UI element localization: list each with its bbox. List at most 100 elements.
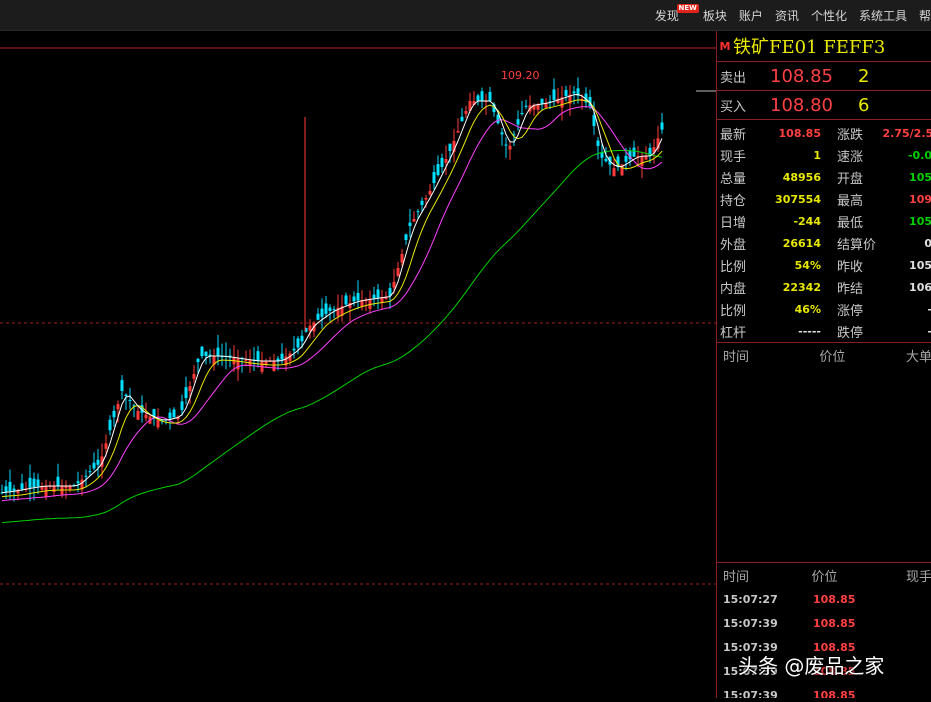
candle-body [572,91,576,94]
stat-label: 外盘 [720,237,747,253]
stat-row: 比例 46% 涨停 - [717,298,931,320]
stat-label: 总量 [720,171,747,187]
menu-item-discover[interactable]: 发现 NEW [649,3,699,24]
candle-body [116,404,120,410]
candle-body [524,105,528,107]
stat-row: 比例 54% 昨收 105 [717,254,931,276]
candle-body [128,400,132,402]
header-price: 价位 [819,349,846,365]
candle-body [464,111,468,114]
buy-row[interactable]: 买入 108.80 6 [717,90,931,119]
tick-row[interactable]: 15:07:39 108.85 [717,683,931,699]
candle-body [564,90,568,96]
candle-body [172,409,176,418]
stat-value: 108.85 [778,126,821,140]
candle-body [436,164,440,175]
tick-row[interactable]: 15:07:39 108.85 [717,611,931,635]
stat-label: 开盘 [836,171,863,187]
candle-body [88,471,92,473]
buy-volume: 6 [858,94,870,116]
buy-price: 108.80 [770,94,833,116]
stat-value: 26614 [782,236,821,250]
stat-label: 最低 [836,215,863,231]
menu-item-sector[interactable]: 板块 [697,7,733,24]
stat-row: 总量 48956 开盘 105 [717,166,931,188]
candle-body [540,98,544,104]
watermark: 头条 @废品之家 [738,654,885,678]
candle-body [156,420,160,428]
candle-body [432,172,436,183]
instrument-title: M 铁矿FE01 FEFF3 [717,31,931,61]
minute-detail-header: 时间 价位 大单 [717,343,931,367]
menu-item-help[interactable]: 帮 [913,7,931,24]
stat-label: 跌停 [836,325,863,341]
candle-body [76,481,80,484]
candle-body [324,303,328,314]
tick-list[interactable]: 15:07:27 108.85 15:07:39 108.85 15:07:39 108.… [717,587,931,699]
stat-value: 109 [909,192,931,206]
menu-item-news[interactable]: 资讯 [769,7,805,24]
candle-body [504,144,508,146]
candle-body [300,335,304,342]
stat-label: 涨跌 [836,127,863,143]
stats-table: 最新 108.85 涨跌 2.75/2.5 现手 1 速涨 -0.0 总量 48956 开盘 105 持… [717,119,931,342]
stat-row: 日增 -244 最低 105 [717,210,931,232]
candle-body [136,411,140,420]
candles [0,77,664,502]
candle-body [392,282,396,288]
stat-value: 48956 [782,170,821,184]
header-time: 时间 [723,569,750,585]
candle-body [32,478,36,488]
header-price: 价位 [811,569,838,585]
kline-chart[interactable]: 109.20 [0,31,716,698]
candle-body [108,419,112,431]
candle-body [520,113,524,115]
candle-body [192,374,196,379]
tick-time: 15:07:39 [723,688,778,699]
stat-label: 昨收 [836,259,863,275]
candle-body [8,481,12,492]
menu-item-personalize[interactable]: 个性化 [805,7,853,24]
candle-body [428,191,432,195]
menu-item-account[interactable]: 账户 [733,7,769,24]
candle-body [112,410,116,418]
stat-row: 外盘 26614 结算价 0 [717,232,931,254]
candle-body [216,347,220,356]
tick-price: 108.85 [813,688,856,699]
candle-body [416,211,420,213]
tick-time: 15:07:39 [723,616,778,630]
instrument-name[interactable]: 铁矿FE01 FEFF3 [733,33,885,59]
sell-row[interactable]: 卖出 108.85 2 [717,61,931,90]
sell-volume: 2 [858,65,870,87]
candle-body [612,168,616,177]
candle-body [196,358,200,362]
tick-price: 108.85 [813,592,856,606]
stat-label: 现手 [720,149,747,165]
candle-body [660,122,664,130]
ma20-line [1,106,663,502]
candle-body [352,296,356,302]
stat-label: 内盘 [720,281,747,297]
candle-body [372,294,376,299]
menu-item-system-tools[interactable]: 系统工具 [853,7,913,24]
header-time: 时间 [723,349,750,365]
tick-row[interactable]: 15:07:27 108.85 [717,587,931,611]
stat-value: 0 [883,237,931,250]
candle-body [244,359,248,361]
candle-body [292,348,296,351]
candle-body [420,200,424,205]
candle-body [604,158,608,162]
stat-value: 105 [909,258,931,272]
candle-body [624,155,628,162]
stat-label: 杠杆 [720,325,747,341]
stat-row: 现手 1 速涨 -0.0 [717,144,931,166]
candle-body [52,486,56,493]
candle-body [200,346,204,356]
kline-chart-area[interactable]: 109.20 [0,31,716,698]
candle-body [272,361,276,372]
stat-value: 105 [909,170,931,184]
candle-body [84,475,88,477]
sell-label: 卖出 [720,70,747,86]
stat-value: 105 [909,214,931,228]
high-price-label: 109.20 [501,69,540,82]
